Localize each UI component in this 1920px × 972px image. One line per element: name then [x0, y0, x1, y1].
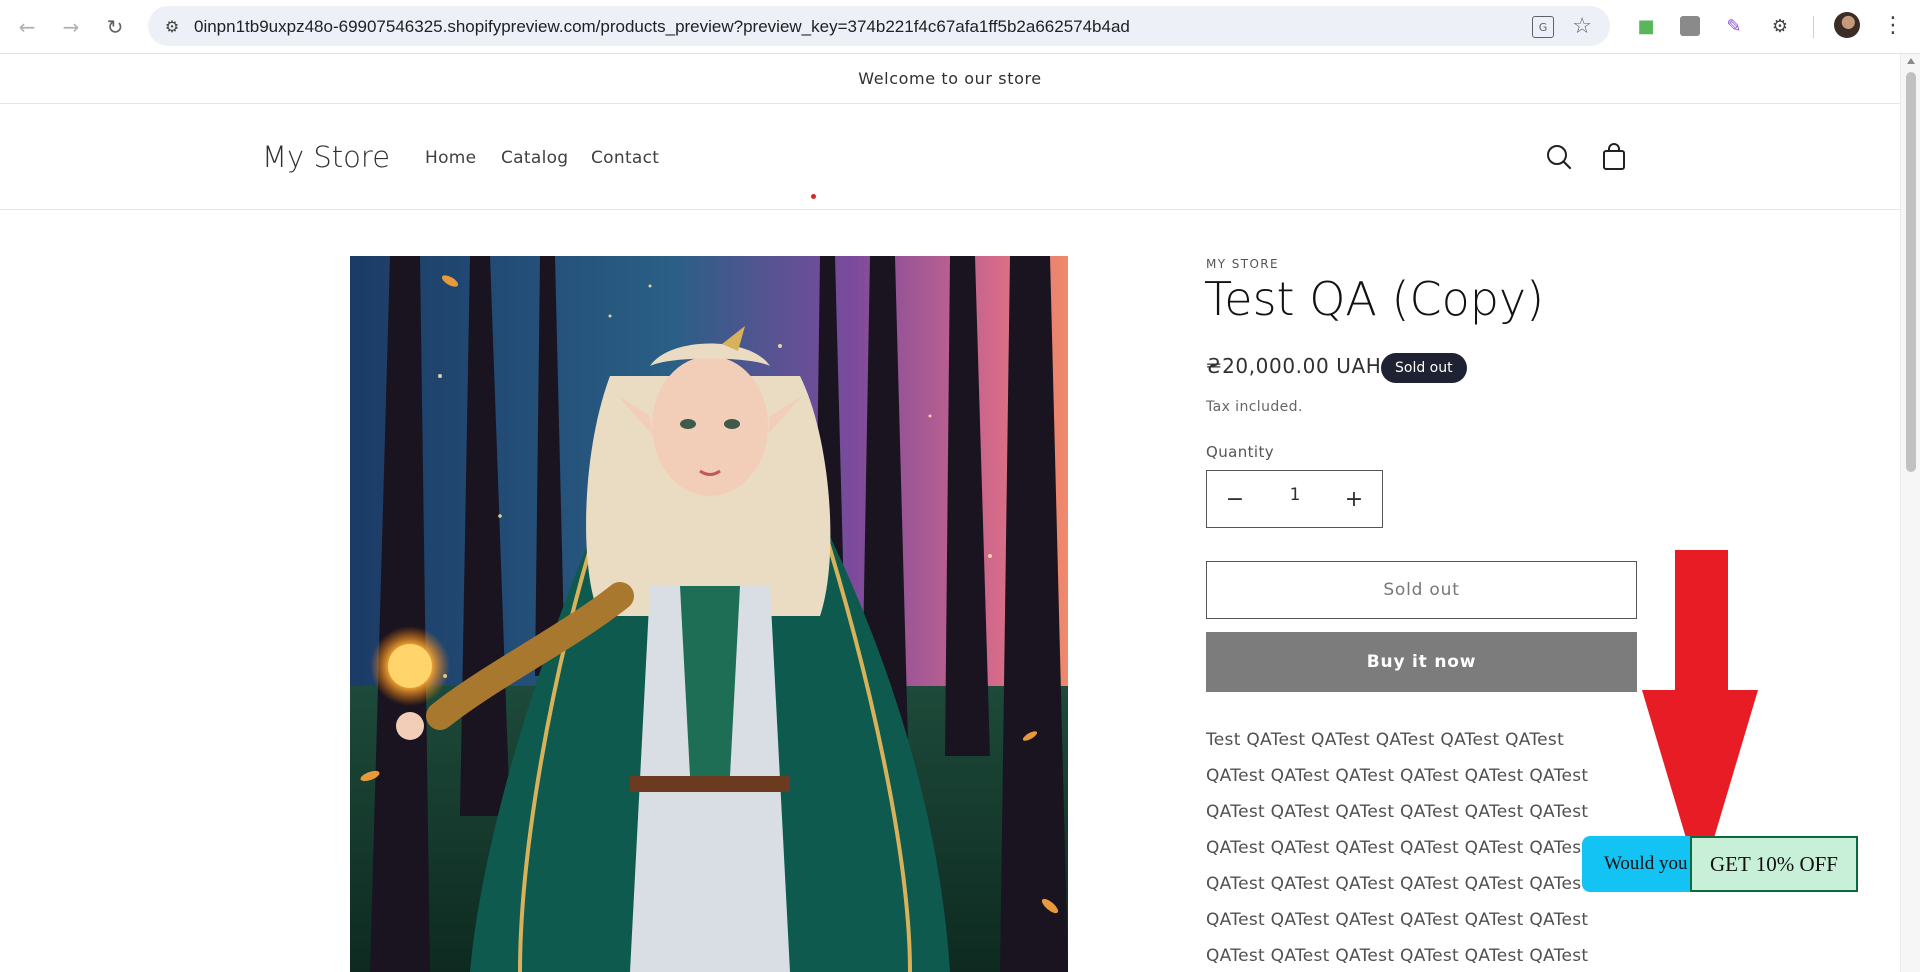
description-line: QATest QATest QATest QATest QATest QATes…: [1206, 874, 1589, 894]
url-text[interactable]: 0inpn1tb9uxpz48o-69907546325.shopifyprev…: [194, 17, 1130, 37]
product-description: Test QATest QATest QATest QATest QATest …: [1206, 722, 1616, 972]
product-price: ₴20,000.00 UAH: [1206, 354, 1382, 378]
announcement-bar: Welcome to our store: [0, 54, 1900, 104]
scroll-up-arrow-icon[interactable]: [1907, 58, 1915, 64]
browser-toolbar: ← → ↻ ⚙ 0inpn1tb9uxpz48o-69907546325.sho…: [0, 0, 1920, 54]
video-extension-icon[interactable]: ■: [1632, 12, 1660, 40]
description-line: QATest QATest QATest QATest QATest QATes…: [1206, 802, 1589, 822]
get-discount-button[interactable]: GET 10% OFF: [1690, 836, 1858, 892]
scrollbar-thumb[interactable]: [1906, 72, 1916, 472]
search-icon[interactable]: [1542, 140, 1576, 174]
quantity-decrease-button[interactable]: −: [1219, 483, 1251, 515]
buy-it-now-button[interactable]: Buy it now: [1206, 632, 1637, 692]
reload-icon[interactable]: ↻: [100, 12, 130, 42]
product-vendor: MY STORE: [1206, 257, 1280, 271]
nav-catalog[interactable]: Catalog: [501, 148, 568, 168]
nav-home[interactable]: Home: [425, 148, 476, 168]
quantity-label: Quantity: [1206, 443, 1275, 461]
toolbar-divider: [1813, 16, 1814, 38]
description-line: QATest QATest QATest QATest QATest QATes…: [1206, 910, 1589, 930]
page-scrollbar[interactable]: [1900, 54, 1920, 972]
nav-contact[interactable]: Contact: [591, 148, 659, 168]
popup-question: Would you: [1604, 853, 1688, 874]
profile-extension-icon[interactable]: [1676, 12, 1704, 40]
tax-note: Tax included.: [1206, 399, 1303, 415]
store-logo[interactable]: My Store: [262, 140, 390, 174]
bookmark-star-icon[interactable]: ☆: [1572, 14, 1592, 39]
discount-popup: Would you GET 10% OFF: [1582, 836, 1858, 892]
address-bar[interactable]: ⚙ 0inpn1tb9uxpz48o-69907546325.shopifypr…: [148, 6, 1610, 46]
description-line: QATest QATest QATest QATest QATest QATes…: [1206, 838, 1589, 858]
translate-icon[interactable]: G: [1532, 16, 1554, 38]
cart-icon[interactable]: [1597, 140, 1631, 174]
forward-icon[interactable]: →: [56, 12, 86, 42]
product-image[interactable]: [350, 256, 1068, 972]
description-line: QATest QATest QATest QATest QATest QATes…: [1206, 766, 1589, 786]
quantity-stepper: − +: [1206, 470, 1383, 528]
back-icon[interactable]: ←: [12, 12, 42, 42]
sold-out-badge: Sold out: [1381, 353, 1467, 383]
pen-extension-icon[interactable]: ✎: [1720, 12, 1748, 40]
store-page: Welcome to our store My Store Home Catal…: [0, 54, 1900, 972]
description-line: QATest QATest QATest QATest QATest QATes…: [1206, 946, 1589, 966]
browser-menu-icon[interactable]: ⋮: [1880, 12, 1906, 40]
extensions-puzzle-icon[interactable]: ⚙: [1766, 12, 1794, 40]
red-arrow-annotation-icon: [1642, 550, 1758, 885]
quantity-input[interactable]: [1267, 485, 1323, 505]
description-line: Test QATest QATest QATest QATest QATest: [1206, 730, 1565, 750]
quantity-increase-button[interactable]: +: [1338, 483, 1370, 515]
profile-avatar[interactable]: [1834, 12, 1860, 38]
product-title: Test QA (Copy): [1204, 272, 1545, 326]
sold-out-button[interactable]: Sold out: [1206, 561, 1637, 619]
cursor-dot: [811, 194, 816, 199]
site-header: My Store Home Catalog Contact: [0, 104, 1900, 210]
site-settings-icon[interactable]: ⚙: [162, 16, 182, 36]
